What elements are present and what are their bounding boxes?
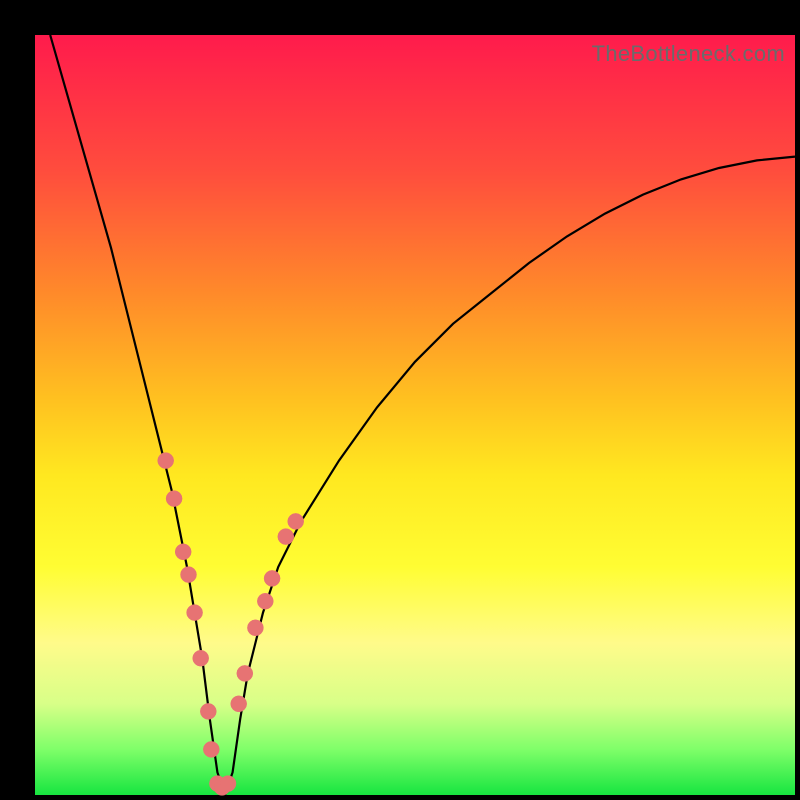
curve-marker (187, 605, 203, 621)
curve-marker (257, 593, 273, 609)
curve-marker (166, 491, 182, 507)
curve-marker (203, 741, 219, 757)
curve-svg (35, 35, 795, 795)
curve-marker (175, 544, 191, 560)
chart-frame: TheBottleneck.com (0, 0, 800, 800)
marker-group (158, 453, 304, 796)
curve-marker (231, 696, 247, 712)
bottleneck-curve (50, 35, 795, 795)
curve-marker (278, 529, 294, 545)
curve-marker (181, 567, 197, 583)
curve-marker (158, 453, 174, 469)
curve-marker (200, 703, 216, 719)
curve-marker (193, 650, 209, 666)
curve-marker (237, 665, 253, 681)
curve-marker (247, 620, 263, 636)
curve-marker (220, 776, 236, 792)
curve-marker (264, 570, 280, 586)
curve-marker (288, 513, 304, 529)
plot-area: TheBottleneck.com (35, 35, 795, 795)
